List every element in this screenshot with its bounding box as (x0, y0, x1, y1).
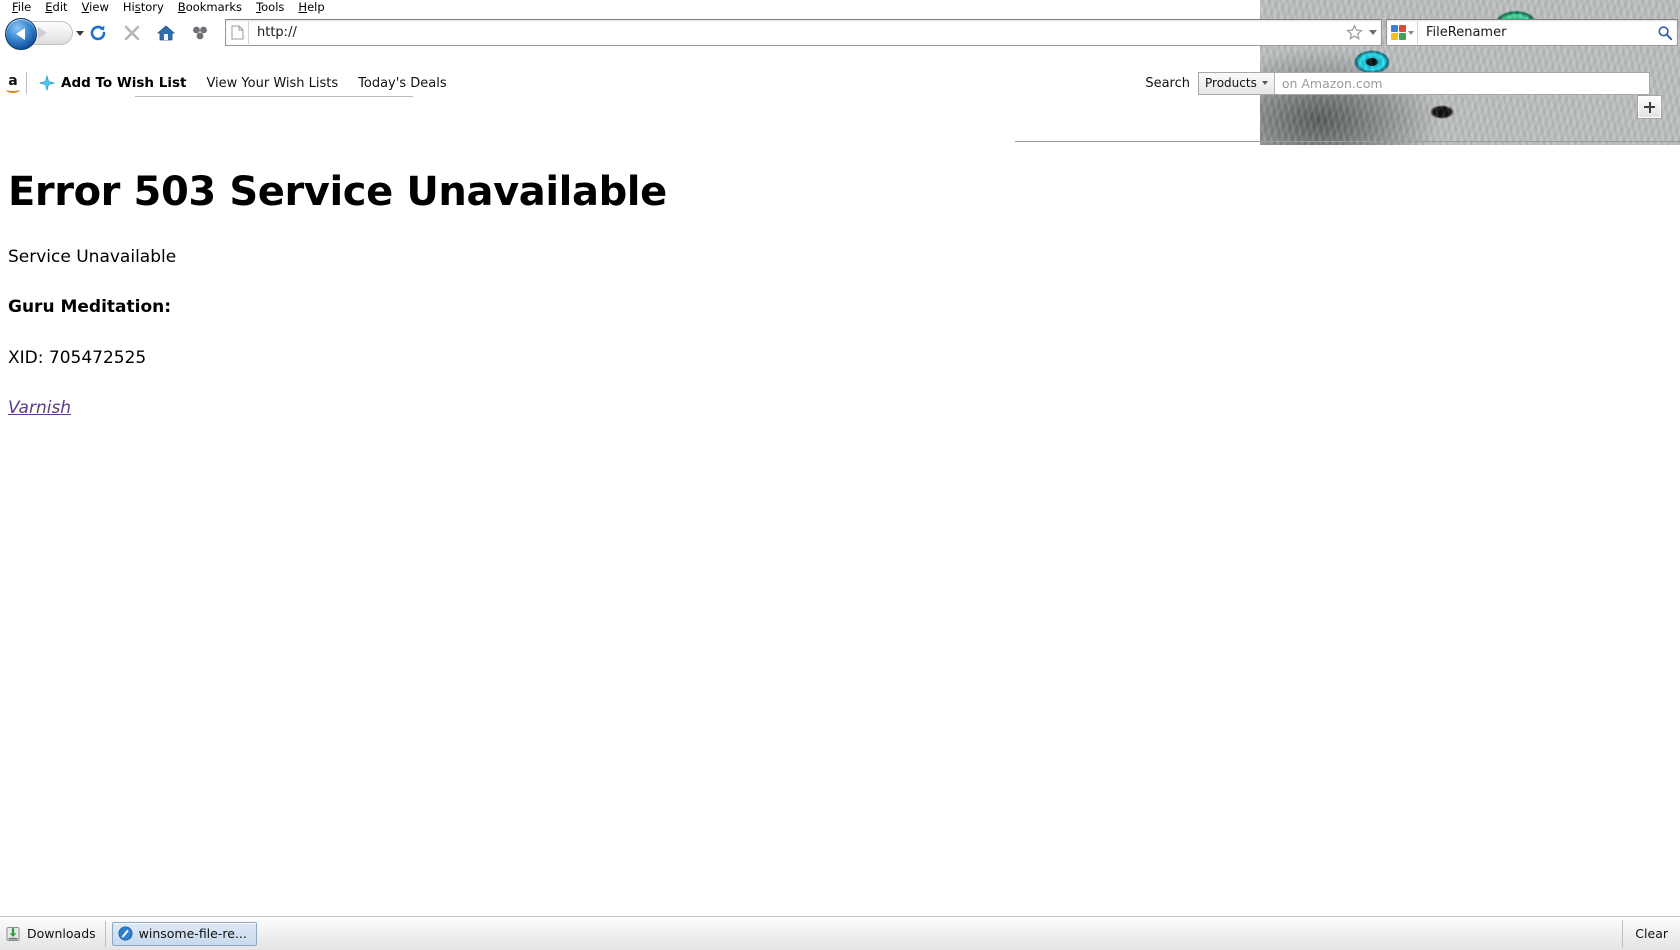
sparkle-icon (39, 75, 55, 91)
content-top-divider (1015, 141, 1680, 142)
bookmark-star-button[interactable] (1343, 24, 1365, 41)
window-app-icon (118, 926, 133, 941)
search-engine-selector[interactable] (1387, 21, 1418, 44)
downloads-button[interactable]: Downloads (0, 920, 106, 947)
back-button[interactable] (5, 18, 37, 50)
star-icon (1345, 24, 1363, 40)
amazon-swoosh-icon (6, 86, 20, 93)
menu-bar: File Edit View History Bookmarks Tools H… (0, 0, 1680, 15)
history-dropdown-button[interactable] (76, 31, 84, 36)
clear-button[interactable]: Clear (1622, 919, 1680, 948)
addons-button[interactable] (185, 19, 215, 47)
varnish-link[interactable]: Varnish (8, 398, 71, 418)
chevron-down-icon (76, 31, 84, 36)
home-button[interactable] (151, 19, 181, 47)
amazon-category-label: Products (1205, 76, 1257, 90)
menu-history[interactable]: History (116, 0, 171, 15)
amazon-category-dropdown[interactable]: Products (1199, 72, 1275, 94)
menu-view[interactable]: View (75, 0, 116, 15)
search-icon (1658, 25, 1673, 40)
forward-arrow-icon (38, 27, 47, 39)
browser-search-bar[interactable]: FileRenamer (1386, 19, 1678, 46)
new-tab-button[interactable] (1638, 96, 1661, 118)
amazon-search-input[interactable]: on Amazon.com (1275, 73, 1649, 94)
menu-edit[interactable]: Edit (38, 0, 74, 15)
close-x-icon (124, 25, 140, 40)
back-arrow-icon (15, 28, 25, 40)
menu-help[interactable]: Help (291, 0, 331, 15)
page-content: Error 503 Service Unavailable Service Un… (0, 145, 1680, 917)
home-icon (156, 24, 176, 40)
amazon-toolbar-underline (135, 96, 413, 97)
taskbar-window-label: winsome-file-re... (138, 926, 247, 941)
todays-deals-link[interactable]: Today's Deals (358, 76, 446, 91)
downloads-label: Downloads (27, 926, 96, 941)
amazon-logo[interactable]: a (4, 72, 27, 94)
amazon-search-label: Search (1145, 75, 1190, 91)
chevron-down-icon (1369, 30, 1377, 35)
amazon-search-box[interactable]: Products on Amazon.com (1198, 71, 1650, 95)
chevron-down-icon (1407, 30, 1414, 35)
chevron-down-icon (1261, 81, 1268, 85)
reload-button[interactable] (83, 19, 113, 47)
menu-tools[interactable]: Tools (249, 0, 291, 15)
download-icon (5, 926, 21, 942)
amazon-toolbar: a Add To Wish List View Your Wish Lists … (0, 66, 1680, 100)
google-icon (1390, 25, 1406, 40)
search-submit-button[interactable] (1653, 25, 1677, 41)
guru-meditation-label: Guru Meditation: (8, 297, 172, 318)
page-favicon (226, 21, 249, 44)
add-to-wish-list-button[interactable]: Add To Wish List (61, 75, 186, 91)
stop-button[interactable] (117, 19, 147, 47)
url-input[interactable]: http:// (249, 25, 1343, 40)
taskbar: Downloads winsome-file-re... Clear (0, 916, 1680, 950)
xid-value: XID: 705472525 (8, 347, 147, 368)
menu-file[interactable]: File (5, 0, 38, 15)
back-forward-group (5, 17, 84, 50)
wishlist-star-icon (39, 75, 55, 91)
server-signature: Varnish (8, 398, 1672, 418)
url-dropdown-button[interactable] (1365, 30, 1381, 35)
browser-window: File Edit View History Bookmarks Tools H… (0, 0, 1680, 950)
taskbar-window-button[interactable]: winsome-file-re... (111, 921, 257, 946)
reload-icon (90, 25, 106, 40)
blank-page-icon (231, 25, 243, 40)
addons-icon (193, 26, 207, 39)
url-bar[interactable]: http:// (225, 19, 1382, 46)
menu-bookmarks[interactable]: Bookmarks (171, 0, 249, 15)
search-input[interactable]: FileRenamer (1418, 25, 1653, 40)
page-title: Error 503 Service Unavailable (8, 169, 667, 215)
view-your-wish-lists-link[interactable]: View Your Wish Lists (206, 76, 338, 91)
error-message: Service Unavailable (8, 247, 177, 267)
navigation-toolbar: http:// FileRenamer (0, 16, 1680, 50)
